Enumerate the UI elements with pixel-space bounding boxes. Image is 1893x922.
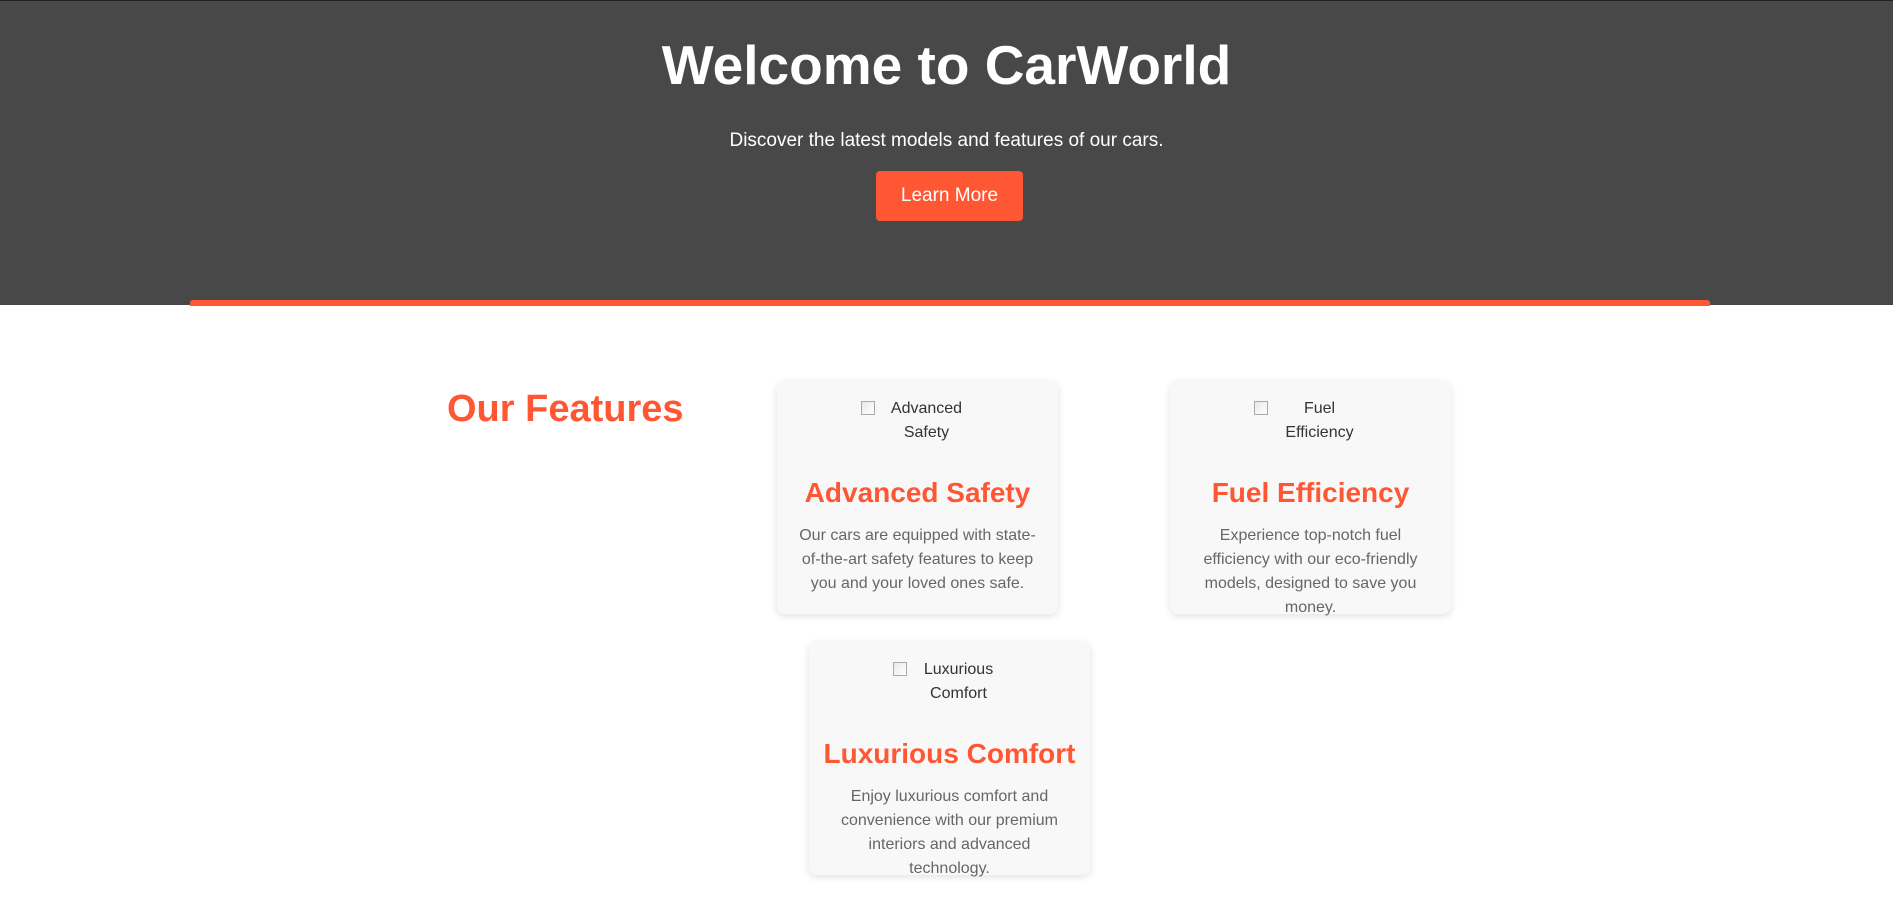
hero-subtitle: Discover the latest models and features … (729, 130, 1164, 151)
feature-card-fuel-efficiency: Fuel Efficiency Fuel Efficiency Experien… (1170, 381, 1451, 616)
feature-title: Advanced Safety (804, 477, 1031, 508)
feature-image-alt: Fuel Efficiency (1285, 400, 1354, 441)
learn-more-button[interactable]: Learn More (876, 171, 1023, 221)
features-title: Our Features (447, 388, 684, 430)
feature-description: Experience top-notch fuel efficiency wit… (1203, 527, 1418, 616)
feature-title: Luxurious Comfort (823, 738, 1076, 769)
feature-image: Advanced Safety (777, 397, 1058, 445)
hero-accent-bar (190, 300, 1710, 306)
hero-section: Welcome to CarWorld Discover the latest … (0, 0, 1893, 306)
feature-description: Our cars are equipped with state-of-the-… (799, 527, 1036, 592)
feature-image: Luxurious Comfort (809, 658, 1090, 706)
hero-title: Welcome to CarWorld (661, 34, 1232, 96)
feature-description: Enjoy luxurious comfort and convenience … (841, 788, 1058, 877)
broken-image-icon (860, 401, 875, 415)
feature-image-alt: Advanced Safety (890, 400, 963, 441)
broken-image-icon (892, 662, 907, 676)
feature-title: Fuel Efficiency (1211, 477, 1410, 508)
feature-card-advanced-safety: Advanced Safety Advanced Safety Our cars… (777, 381, 1058, 614)
feature-image-alt: Luxurious Comfort (923, 661, 994, 702)
feature-card-luxurious-comfort: Luxurious Comfort Luxurious Comfort Enjo… (809, 642, 1090, 877)
broken-image-icon (1253, 401, 1268, 415)
feature-image: Fuel Efficiency (1170, 397, 1451, 445)
